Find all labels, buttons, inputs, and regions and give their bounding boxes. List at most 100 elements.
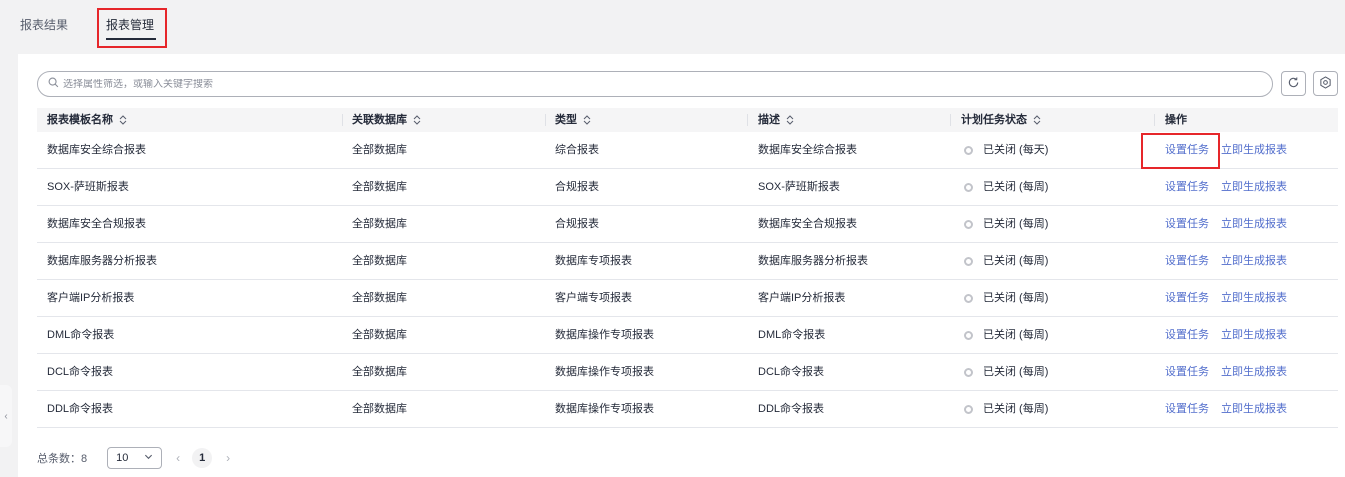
cell-database: 全部数据库 [352,255,407,267]
table-row: 数据库安全合规报表 全部数据库 合规报表 数据库安全合规报表 已关闭 (每周) … [37,206,1338,243]
cell-name: DCL命令报表 [47,366,114,378]
refresh-icon [1287,76,1300,92]
set-task-link[interactable]: 设置任务 [1165,329,1209,341]
total-value: 8 [81,453,88,465]
cell-actions: 设置任务 立即生成报表 [1165,317,1287,354]
search-input[interactable] [63,78,1243,90]
cell-name: DDL命令报表 [47,403,114,415]
total-count: 总条数：8 [37,450,87,466]
set-task-link[interactable]: 设置任务 [1165,218,1209,230]
tab-bar: 报表结果 报表管理 [0,0,1345,52]
cell-description: 数据库安全综合报表 [758,144,857,156]
generate-report-link[interactable]: 立即生成报表 [1221,144,1287,156]
status-dot-icon [964,146,973,155]
prev-page-button[interactable]: ‹ [176,451,180,465]
settings-button[interactable] [1313,71,1338,96]
page-size-value: 10 [116,452,129,464]
generate-report-link[interactable]: 立即生成报表 [1221,292,1287,304]
status-text: 已关闭 (每周) [983,366,1049,378]
total-label: 总条数： [37,453,81,465]
cell-description: DML命令报表 [758,329,826,341]
refresh-button[interactable] [1281,71,1306,96]
sort-icon[interactable] [1032,115,1042,125]
cell-database: 全部数据库 [352,144,407,156]
cell-actions: 设置任务 立即生成报表 [1165,280,1287,317]
column-label: 描述 [758,114,780,126]
generate-report-link[interactable]: 立即生成报表 [1221,329,1287,341]
column-label: 操作 [1165,114,1187,126]
set-task-link[interactable]: 设置任务 [1165,292,1209,304]
cell-description: SOX-萨班斯报表 [758,181,840,193]
cell-status: 已关闭 (每周) [964,280,1048,317]
status-dot-icon [964,405,973,414]
table-row: 数据库服务器分析报表 全部数据库 数据库专项报表 数据库服务器分析报表 已关闭 … [37,243,1338,280]
cell-actions: 设置任务 立即生成报表 [1165,206,1287,243]
highlight-box-set-task [1141,133,1220,169]
sort-icon[interactable] [785,115,795,125]
generate-report-link[interactable]: 立即生成报表 [1221,218,1287,230]
cell-type: 数据库操作专项报表 [555,366,654,378]
page-size-select[interactable]: 10 [107,447,163,469]
settings-icon [1319,75,1332,92]
column-header-database[interactable]: 关联数据库 [352,108,422,132]
cell-status: 已关闭 (每周) [964,169,1048,206]
cell-type: 数据库操作专项报表 [555,403,654,415]
status-dot-icon [964,257,973,266]
cell-actions: 设置任务 立即生成报表 [1165,354,1287,391]
column-label: 计划任务状态 [961,114,1027,126]
column-divider [950,114,951,126]
status-text: 已关闭 (每周) [983,255,1049,267]
column-divider [545,114,546,126]
cell-database: 全部数据库 [352,218,407,230]
column-header-type[interactable]: 类型 [555,108,592,132]
chevron-down-icon [144,452,153,464]
table-row: DML命令报表 全部数据库 数据库操作专项报表 DML命令报表 已关闭 (每周)… [37,317,1338,354]
status-text: 已关闭 (每周) [983,329,1049,341]
generate-report-link[interactable]: 立即生成报表 [1221,366,1287,378]
cell-status: 已关闭 (每周) [964,206,1048,243]
sort-icon[interactable] [118,115,128,125]
set-task-link[interactable]: 设置任务 [1165,255,1209,267]
cell-description: 客户端IP分析报表 [758,292,846,304]
chevron-right-icon: › [226,451,231,465]
cell-database: 全部数据库 [352,329,407,341]
search-box[interactable] [37,71,1273,97]
cell-status: 已关闭 (每周) [964,391,1048,428]
column-header-description[interactable]: 描述 [758,108,795,132]
status-dot-icon [964,220,973,229]
cell-type: 合规报表 [555,218,599,230]
column-header-schedule-status[interactable]: 计划任务状态 [961,108,1042,132]
column-divider [747,114,748,126]
status-dot-icon [964,331,973,340]
column-divider [1154,114,1155,126]
status-dot-icon [964,368,973,377]
cell-description: 数据库安全合规报表 [758,218,857,230]
pagination-bar: 总条数：8 10 ‹ 1 › [37,446,230,470]
cell-type: 数据库操作专项报表 [555,329,654,341]
cell-database: 全部数据库 [352,366,407,378]
set-task-link[interactable]: 设置任务 [1165,181,1209,193]
cell-type: 数据库专项报表 [555,255,632,267]
page-button-current[interactable]: 1 [192,448,213,468]
sidebar-collapse-handle[interactable]: ‹ [0,385,12,447]
cell-actions: 设置任务 立即生成报表 [1165,169,1287,206]
table-row: SOX-萨班斯报表 全部数据库 合规报表 SOX-萨班斯报表 已关闭 (每周) … [37,169,1338,206]
generate-report-link[interactable]: 立即生成报表 [1221,255,1287,267]
cell-type: 合规报表 [555,181,599,193]
set-task-link[interactable]: 设置任务 [1165,403,1209,415]
generate-report-link[interactable]: 立即生成报表 [1221,181,1287,193]
cell-status: 已关闭 (每周) [964,317,1048,354]
generate-report-link[interactable]: 立即生成报表 [1221,403,1287,415]
cell-name: DML命令报表 [47,329,115,341]
set-task-link[interactable]: 设置任务 [1165,366,1209,378]
status-dot-icon [964,183,973,192]
sort-icon[interactable] [412,115,422,125]
next-page-button[interactable]: › [226,451,230,465]
tab-report-results[interactable]: 报表结果 [20,16,68,33]
status-text: 已关闭 (每周) [983,403,1049,415]
cell-name: 客户端IP分析报表 [47,292,135,304]
column-header-name[interactable]: 报表模板名称 [47,108,128,132]
cell-type: 客户端专项报表 [555,292,632,304]
status-dot-icon [964,294,973,303]
sort-icon[interactable] [582,115,592,125]
